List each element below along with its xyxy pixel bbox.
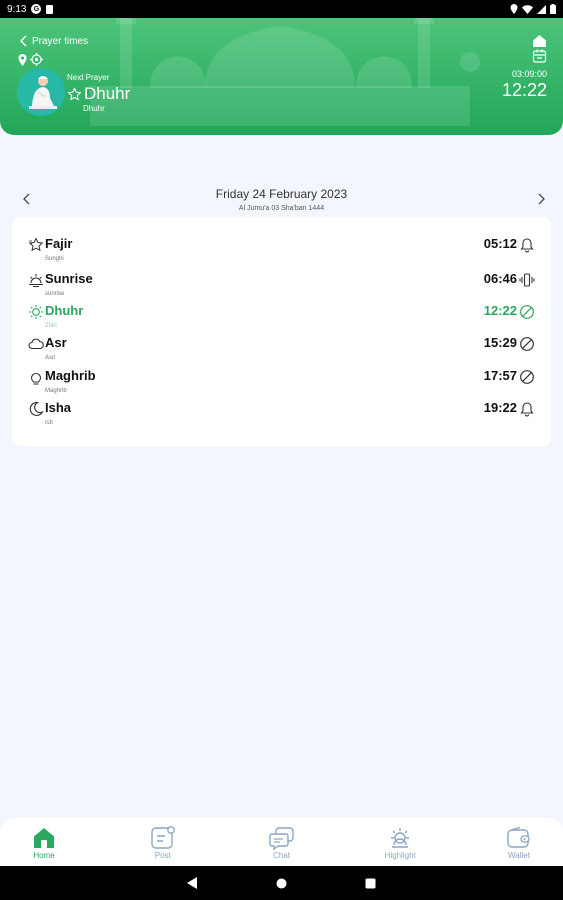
mute-icon[interactable] <box>519 369 535 385</box>
prayer-header: Prayer times Next Prayer Dhuhr Dhuhr 03:… <box>0 18 563 135</box>
tab-label: Chat <box>273 851 290 860</box>
mute-icon[interactable] <box>519 336 535 352</box>
prayer-time: 12:22 <box>483 303 517 318</box>
next-prayer-name: Dhuhr <box>84 84 131 103</box>
star-outline-icon <box>67 86 82 100</box>
countdown-timer: 03:09:00 <box>511 69 547 79</box>
gregorian-date: Friday 24 February 2023 <box>215 187 348 201</box>
prayer-row-isha[interactable]: Isha Isti 19:22 <box>28 397 535 429</box>
back-triangle-icon[interactable] <box>187 877 198 889</box>
tab-chat[interactable]: Chat <box>254 818 310 866</box>
prayer-subtitle: Isti <box>45 420 53 426</box>
prayer-subtitle: Maghrib <box>45 388 67 394</box>
prayer-subtitle: Zhiri <box>45 323 57 329</box>
prayer-row-sunrise[interactable]: Sunrise sunrise 06:46 <box>28 268 535 300</box>
next-prayer-name-row: Dhuhr <box>67 84 130 104</box>
header-right: 03:09:00 12:22 <box>502 34 547 101</box>
tab-label: Home <box>33 851 55 860</box>
tab-post[interactable]: Post <box>135 818 191 866</box>
signal-icon <box>537 4 546 14</box>
notification-doc-icon <box>46 4 54 14</box>
date-navigator: Friday 24 February 2023 Al Jumu'a 03 Sha… <box>12 183 551 217</box>
prayer-name: Fajir <box>45 236 73 251</box>
next-prayer-label: Next Prayer <box>67 73 110 82</box>
chat-icon <box>268 827 294 850</box>
location-row[interactable] <box>18 53 43 66</box>
status-time: 9:13 <box>7 3 27 15</box>
prayer-name: Maghrib <box>45 368 96 383</box>
cloud-icon <box>28 338 44 350</box>
battery-icon <box>550 4 556 14</box>
highlight-icon <box>391 828 410 848</box>
gps-target-icon <box>30 53 43 66</box>
wifi-icon <box>522 4 533 14</box>
prayer-name: Isha <box>45 400 72 415</box>
star-outline-icon <box>28 237 44 252</box>
tab-label: Post <box>154 851 171 860</box>
home-icon[interactable] <box>532 34 547 48</box>
prayer-row-maghrib[interactable]: Maghrib Maghrib 17:57 <box>28 365 535 397</box>
chevron-right-icon <box>538 193 545 205</box>
sunrise-icon <box>29 274 43 288</box>
prayer-row-fajir[interactable]: Fajir Sunghi 05:12 <box>28 233 535 265</box>
sun-icon <box>29 305 43 319</box>
post-icon <box>151 826 175 849</box>
calendar-icon[interactable] <box>532 49 547 63</box>
home-circle-icon[interactable] <box>276 878 287 889</box>
next-day-button[interactable] <box>533 191 549 207</box>
praying-person-avatar <box>17 68 65 116</box>
prayer-subtitle: sunrise <box>45 291 65 297</box>
next-prayer-time: 12:22 <box>501 80 547 100</box>
chevron-left-icon <box>20 35 27 47</box>
prayer-time: 19:22 <box>483 400 517 415</box>
prayer-name: Dhuhr <box>45 303 84 318</box>
prayer-time: 15:29 <box>483 335 517 350</box>
prayer-time: 05:12 <box>483 236 517 251</box>
tab-label: Highlight <box>384 851 416 860</box>
tab-highlight[interactable]: Highlight <box>372 818 428 866</box>
tab-label: Wallet <box>508 851 530 860</box>
mute-icon[interactable] <box>519 304 535 320</box>
wallet-icon <box>507 826 530 848</box>
bell-icon[interactable] <box>519 237 535 253</box>
sunset-icon <box>30 372 42 385</box>
prayer-times-card: Fajir Sunghi 05:12 Sunrise sunrise 06:46… <box>12 217 551 446</box>
recents-square-icon[interactable] <box>365 878 376 889</box>
prayer-time: 06:46 <box>483 271 517 286</box>
tab-home[interactable]: Home <box>16 818 72 866</box>
tab-wallet[interactable]: Wallet <box>491 818 547 866</box>
next-prayer-subtitle: Dhuhr <box>83 104 105 113</box>
prayer-name: Asr <box>45 335 67 350</box>
prayer-subtitle: Sunghi <box>45 256 64 262</box>
location-pin-icon <box>18 53 27 66</box>
prayer-name: Sunrise <box>45 271 93 286</box>
back-label: Prayer times <box>32 35 89 47</box>
prayer-row-dhuhr[interactable]: Dhuhr Zhiri 12:22 <box>28 300 535 332</box>
bottom-tab-bar: Home Post Chat Highlight Wallet <box>0 818 563 866</box>
moon-icon <box>29 401 44 416</box>
app-notification-icon: G <box>31 4 42 14</box>
back-button[interactable]: Prayer times <box>20 35 88 47</box>
bell-icon[interactable] <box>519 401 535 417</box>
prayer-subtitle: Asri <box>45 355 56 361</box>
home-icon <box>34 828 54 848</box>
status-bar: 9:13 G <box>0 0 563 18</box>
prayer-time: 17:57 <box>483 368 517 383</box>
hijri-date: Al Jumu'a 03 Sha'ban 1444 <box>238 205 325 212</box>
prayer-row-asr[interactable]: Asr Asri 15:29 <box>28 332 535 364</box>
vibrate-icon[interactable] <box>519 272 535 288</box>
location-status-icon <box>510 4 518 14</box>
system-navigation-bar <box>0 866 563 900</box>
